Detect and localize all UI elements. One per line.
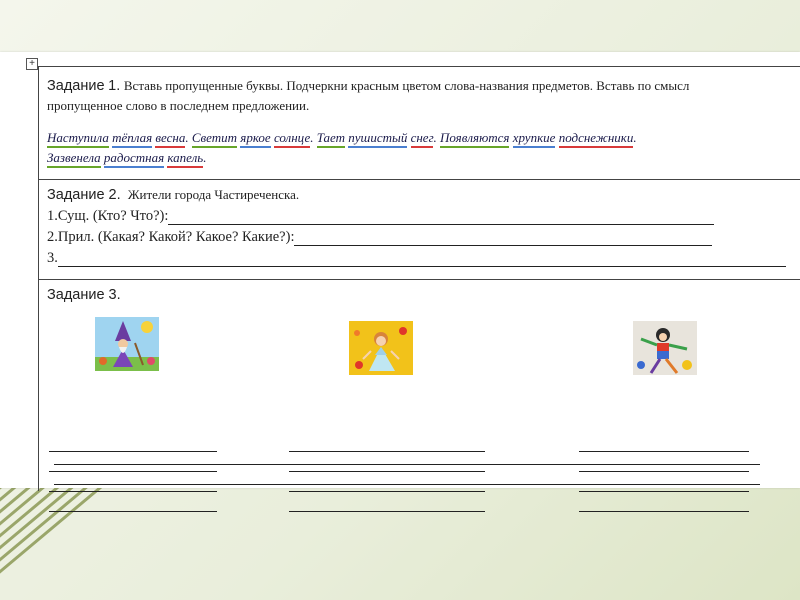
answer-line-col1-3[interactable] [49,491,217,492]
word-green-underlined: Наступила [47,130,109,148]
task2-heading: Задание 2. [47,187,121,203]
princess-picture [349,321,413,375]
word-blue-underlined: яркое [240,130,271,148]
word-red-underlined: весна [155,130,186,148]
answer-line-col3-1[interactable] [579,451,749,452]
task2-item3: 3. [47,250,786,267]
task2-item2: 2.Прил. (Какая? Какой? Какое? Какие?): [47,229,713,246]
answer-line-col2-3[interactable] [289,491,485,492]
task1-header: Задание 1. Вставь пропущенные буквы. Под… [47,78,689,95]
word-green-underlined: Тает [316,130,346,148]
task1-sentence-line1: Наступила тёплая весна. Светит яркое сол… [47,130,637,148]
word-blue-underlined: хрупкие [512,130,556,148]
task2-subtitle: Жители города Частиреченска. [127,187,300,202]
task2-item3-answer-line[interactable] [57,252,786,267]
answer-line-col3-3[interactable] [579,491,749,492]
task2-item1-answer-line[interactable] [168,210,715,225]
task1-instruction-line1: Вставь пропущенные буквы. Подчеркни крас… [123,78,690,93]
answer-line-col1-2[interactable] [49,471,217,472]
wizard-picture [95,317,159,371]
answer-line-col2-4[interactable] [289,511,485,512]
task2-item1: 1.Сущ. (Кто? Что?): [47,208,715,225]
task2-item1-label: 1.Сущ. (Кто? Что?): [47,208,169,224]
task1-heading: Задание [47,78,105,94]
word-green-underlined: Появляются [439,130,510,148]
task2-item2-label: 2.Прил. (Какая? Какой? Какое? Какие?): [47,229,295,245]
word-blue-underlined: пушистый [348,130,408,148]
answer-line-col1-1[interactable] [49,451,217,452]
worksheet: + Задание 1. Вставь пропущенные буквы. П… [0,52,800,512]
task2-item2-answer-line[interactable] [294,231,713,246]
sentence-separator: . [633,130,637,145]
sentence-separator: . [203,150,207,165]
word-blue-underlined: радостная [103,150,165,168]
task2-item3-label: 3. [47,250,58,266]
table-move-handle-icon[interactable]: + [26,58,38,70]
task1-number: 1. [108,78,121,94]
clown-picture [633,321,697,375]
sentence-separator: . [310,130,317,145]
word-green-underlined: Светит [191,130,238,148]
answer-line-col2-1[interactable] [289,451,485,452]
answer-line-col2-2[interactable] [289,471,485,472]
sentence-separator: . [185,130,192,145]
word-blue-underlined: тёплая [112,130,153,148]
answer-line-col3-4[interactable] [579,511,749,512]
word-red-underlined: капель [167,150,204,168]
word-red-underlined: подснежники [558,130,634,148]
task1-sentence-line2: Зазвенела радостная капель. [47,150,207,168]
sentence-separator: . [433,130,440,145]
answer-line-col3-2[interactable] [579,471,749,472]
task2-header: Задание 2. Жители города Частиреченска. [47,187,299,204]
answer-line-col1-4[interactable] [49,511,217,512]
word-green-underlined: Зазвенела [47,150,101,168]
task1-row: Задание 1. Вставь пропущенные буквы. Под… [39,67,800,180]
task3-heading: Задание 3. [47,287,121,303]
word-red-underlined: снег [410,130,434,148]
task-table: Задание 1. Вставь пропущенные буквы. Под… [38,66,800,512]
word-red-underlined: солнце [273,130,311,148]
task1-instruction-line2: пропущенное слово в последнем предложени… [47,98,310,113]
task3-row: Задание 3. [39,281,800,512]
task2-row: Задание 2. Жители города Частиреченска. … [39,181,800,280]
